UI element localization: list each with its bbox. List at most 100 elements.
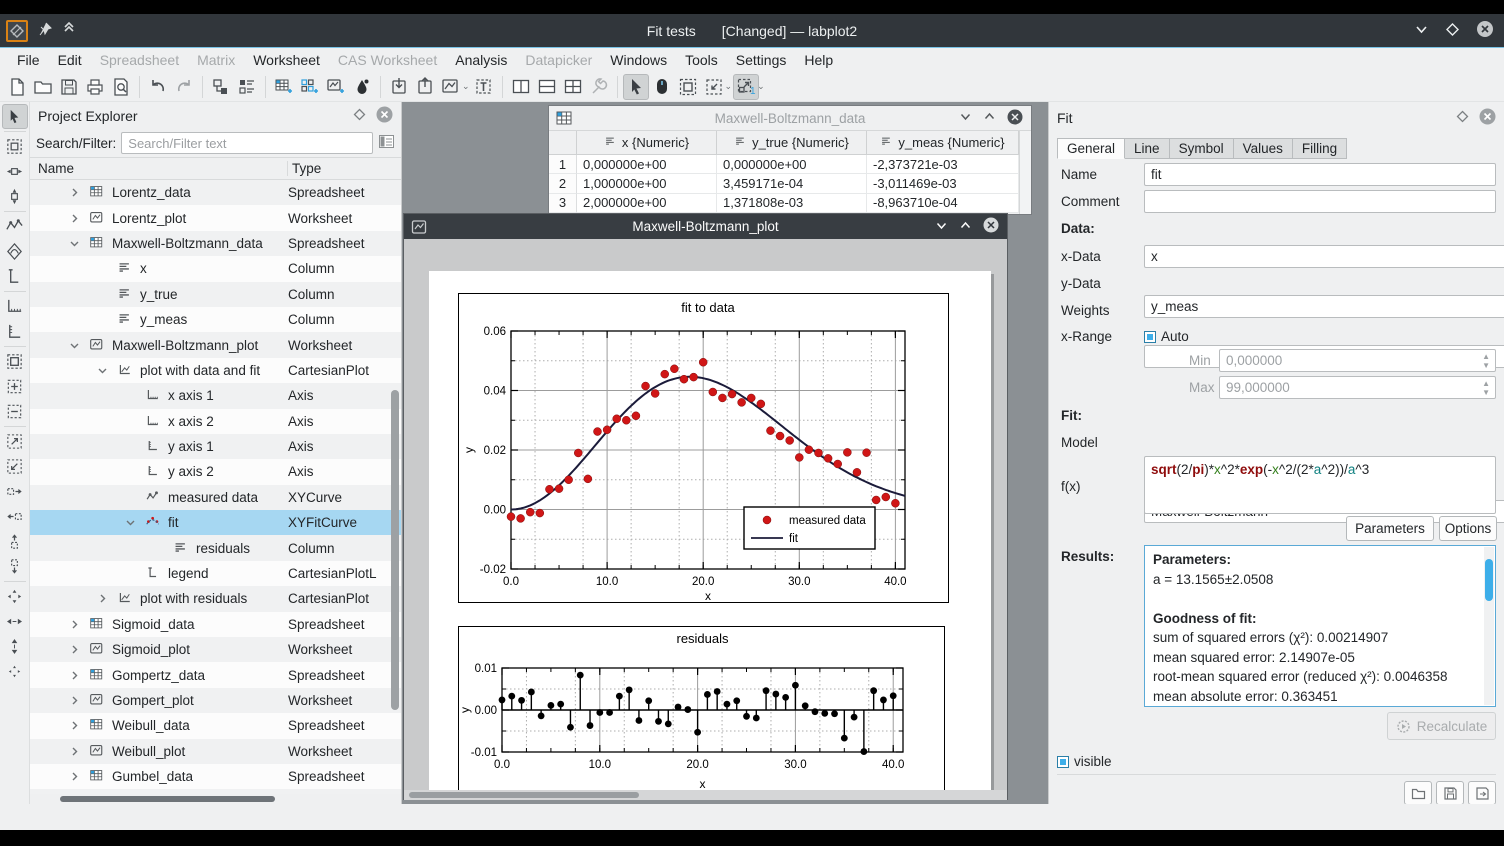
table-cell[interactable]: 2,000000e+00 bbox=[577, 194, 717, 213]
table-cell[interactable]: -3,011469e-03 bbox=[867, 174, 1019, 193]
new-datasheet-icon[interactable] bbox=[234, 74, 260, 100]
expander-closed-icon[interactable] bbox=[66, 214, 82, 223]
spreadsheet-vscrollbar[interactable] bbox=[1019, 131, 1031, 214]
table-cell[interactable]: -2,373721e-03 bbox=[867, 155, 1019, 174]
search-input[interactable]: Search/Filter text bbox=[121, 132, 373, 154]
menu-spreadsheet[interactable]: Spreadsheet bbox=[91, 50, 188, 70]
menu-datapicker[interactable]: Datapicker bbox=[516, 50, 601, 70]
pin-icon[interactable] bbox=[38, 22, 52, 39]
zoom-fit-select-icon[interactable] bbox=[701, 74, 727, 100]
min-spinbox[interactable]: 0,000000▲▼ bbox=[1219, 349, 1496, 372]
dock-float-icon[interactable] bbox=[1456, 110, 1469, 126]
zoom-in-frame-icon[interactable] bbox=[2, 374, 28, 399]
expander-open-icon[interactable] bbox=[122, 518, 138, 527]
auto-checkbox[interactable]: Auto bbox=[1144, 329, 1189, 344]
expander-closed-icon[interactable] bbox=[66, 747, 82, 756]
move-vertical-icon[interactable] bbox=[2, 184, 28, 209]
explorer-vscrollbar-thumb[interactable] bbox=[391, 390, 399, 710]
dock-float-icon[interactable] bbox=[353, 108, 366, 124]
tree-header[interactable]: Name Type bbox=[30, 157, 401, 180]
expander-closed-icon[interactable] bbox=[66, 696, 82, 705]
column-header[interactable]: x {Numeric} bbox=[577, 131, 717, 154]
table-cell[interactable]: 1,000000e+00 bbox=[577, 174, 717, 193]
expander-closed-icon[interactable] bbox=[66, 671, 82, 680]
new-plot-icon[interactable] bbox=[438, 74, 464, 100]
filter-options-icon[interactable] bbox=[378, 133, 395, 153]
tree-item-sigmoid_plot[interactable]: Sigmoid_plotWorksheet bbox=[30, 637, 401, 662]
parameters-button[interactable]: Parameters bbox=[1346, 516, 1434, 541]
print-icon[interactable] bbox=[82, 74, 108, 100]
save-as-function-icon[interactable] bbox=[1468, 781, 1496, 805]
menu-windows[interactable]: Windows bbox=[601, 50, 676, 70]
y-axis-tool-icon[interactable] bbox=[2, 319, 28, 344]
y-data-combobox[interactable]: y_meas bbox=[1144, 295, 1504, 318]
formula-textedit[interactable]: sqrt(2/pi)*x^2*exp(-x^2/(2*a^2))/a^3 bbox=[1144, 456, 1496, 514]
expander-closed-icon[interactable] bbox=[66, 620, 82, 629]
zoom-area-icon[interactable] bbox=[2, 349, 28, 374]
shift-left-x-icon[interactable] bbox=[2, 504, 28, 529]
spreadsheet-window[interactable]: Maxwell-Boltzmann_data x {Numeric}y_true… bbox=[548, 105, 1032, 215]
text-label-icon[interactable] bbox=[471, 74, 497, 100]
expander-open-icon[interactable] bbox=[94, 366, 110, 375]
shade-window-icon[interactable] bbox=[62, 22, 76, 39]
menu-help[interactable]: Help bbox=[795, 50, 842, 70]
tab-general[interactable]: General bbox=[1057, 138, 1125, 159]
zoom-fit-selection-icon[interactable] bbox=[2, 429, 28, 454]
tree-item-maxwell-boltzmann_data[interactable]: Maxwell-Boltzmann_dataSpreadsheet bbox=[30, 231, 401, 256]
max-spinbox[interactable]: 99,000000▲▼ bbox=[1219, 376, 1496, 399]
tree-item-lorentz_data[interactable]: Lorentz_dataSpreadsheet bbox=[30, 180, 401, 205]
menu-settings[interactable]: Settings bbox=[727, 50, 796, 70]
tree-header-name[interactable]: Name bbox=[30, 161, 287, 176]
new-document-icon[interactable] bbox=[4, 74, 30, 100]
zoom-one-icon[interactable]: 1 bbox=[733, 74, 759, 100]
tree-item-y_meas[interactable]: y_measColumn bbox=[30, 307, 401, 332]
column-header[interactable]: y_meas {Numeric} bbox=[867, 131, 1019, 154]
grid-layout-icon[interactable] bbox=[560, 74, 586, 100]
save-function-icon[interactable] bbox=[1436, 781, 1464, 805]
tree-item-gompertz_data[interactable]: Gompertz_dataSpreadsheet bbox=[30, 662, 401, 687]
window-shade-up-icon[interactable] bbox=[983, 110, 996, 126]
x-data-combobox[interactable]: x bbox=[1144, 245, 1504, 268]
fit-plot[interactable]: 0.010.020.030.040.0-0.020.000.020.040.06… bbox=[458, 293, 949, 603]
tree-item-gumbel_data[interactable]: Gumbel_dataSpreadsheet bbox=[30, 764, 401, 789]
worksheet-view[interactable]: 0.010.020.030.040.0-0.020.000.020.040.06… bbox=[404, 239, 1007, 800]
tab-filling[interactable]: Filling bbox=[1293, 138, 1347, 159]
tree-item-gompert_plot[interactable]: Gompert_plotWorksheet bbox=[30, 688, 401, 713]
row-number[interactable]: 3 bbox=[549, 194, 577, 213]
explorer-vscrollbar[interactable] bbox=[391, 180, 400, 794]
recalculate-button[interactable]: Recalculate bbox=[1387, 712, 1496, 740]
tab-line[interactable]: Line bbox=[1125, 138, 1170, 159]
name-field[interactable]: fit bbox=[1144, 163, 1496, 186]
column-header[interactable]: y_true {Numeric} bbox=[717, 131, 867, 154]
table-cell[interactable]: 0,000000e+00 bbox=[577, 155, 717, 174]
shift-up-y-icon[interactable] bbox=[2, 529, 28, 554]
tab-values[interactable]: Values bbox=[1234, 138, 1293, 159]
window-shade-up-icon[interactable] bbox=[959, 219, 972, 235]
tree-item-lorentz_plot[interactable]: Lorentz_plotWorksheet bbox=[30, 205, 401, 230]
maximize-icon[interactable] bbox=[1445, 22, 1460, 40]
results-scrollbar[interactable] bbox=[1484, 547, 1494, 705]
options-button[interactable]: Options bbox=[1439, 516, 1497, 541]
new-spreadsheet-icon[interactable] bbox=[271, 74, 297, 100]
window-close-icon[interactable] bbox=[983, 217, 999, 236]
tree-item-measured-data[interactable]: measured dataXYCurve bbox=[30, 485, 401, 510]
tree-item-sigmoid_data[interactable]: Sigmoid_dataSpreadsheet bbox=[30, 612, 401, 637]
legend-tool-icon[interactable] bbox=[2, 264, 28, 289]
shift-down-y-icon[interactable] bbox=[2, 554, 28, 579]
dock-close-icon[interactable] bbox=[1479, 108, 1496, 128]
new-worksheet-icon[interactable] bbox=[323, 74, 349, 100]
tree-item-y-axis-1[interactable]: y axis 1Axis bbox=[30, 434, 401, 459]
new-workbook-icon[interactable] bbox=[208, 74, 234, 100]
explorer-hscrollbar[interactable] bbox=[30, 794, 401, 804]
menu-edit[interactable]: Edit bbox=[49, 50, 91, 70]
scale-fit-icon[interactable] bbox=[2, 659, 28, 684]
menu-matrix[interactable]: Matrix bbox=[188, 50, 244, 70]
expander-open-icon[interactable] bbox=[66, 341, 82, 350]
row-number[interactable]: 1 bbox=[549, 155, 577, 174]
menu-analysis[interactable]: Analysis bbox=[446, 50, 516, 70]
shift-right-x-icon[interactable] bbox=[2, 479, 28, 504]
tree-header-type[interactable]: Type bbox=[287, 161, 401, 176]
horizontal-layout-icon[interactable] bbox=[534, 74, 560, 100]
spreadsheet-corner[interactable] bbox=[549, 131, 577, 154]
menu-cas-worksheet[interactable]: CAS Worksheet bbox=[329, 50, 446, 70]
